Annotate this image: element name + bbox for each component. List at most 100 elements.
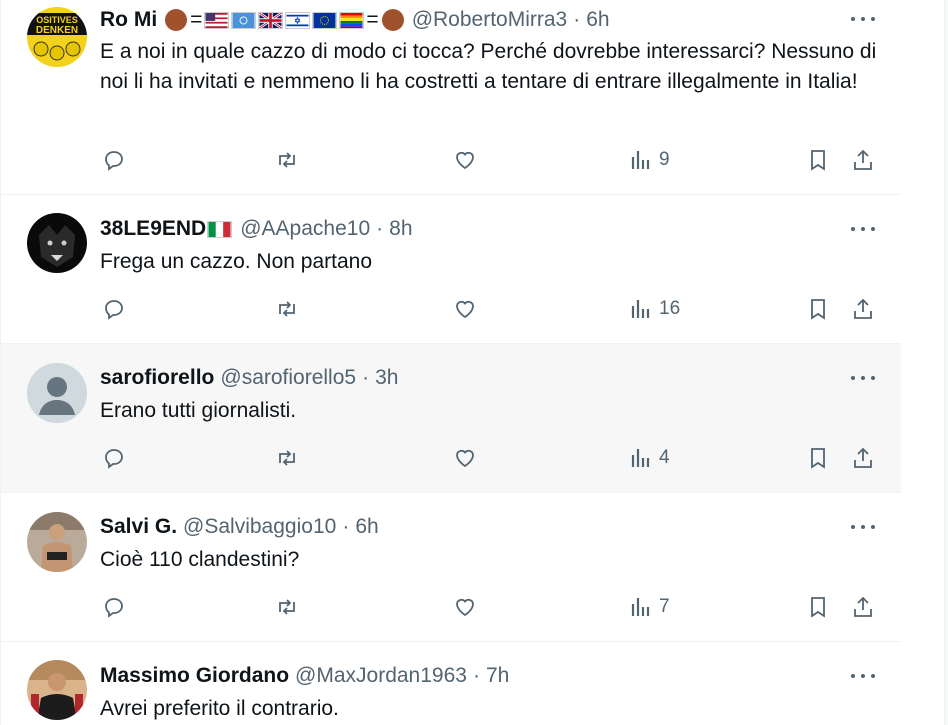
more-icon[interactable] [851,371,875,385]
handle[interactable]: @sarofiorello5 [220,366,356,390]
uk-flag-icon [258,11,284,29]
repost-button[interactable] [275,294,299,324]
bookmark-button[interactable] [806,145,830,175]
tweet-header: sarofiorello @sarofiorello5 · 3h [100,364,398,392]
views-icon [631,300,650,318]
repost-icon [279,301,295,317]
svg-text:DENKEN: DENKEN [36,25,78,36]
reply-icon [105,300,123,320]
display-name[interactable]: Ro Mi [100,8,157,32]
share-icon [854,149,872,170]
views-button[interactable]: 9 [629,145,670,175]
share-button[interactable] [851,592,875,622]
handle[interactable]: @AApache10 [240,217,370,241]
bookmark-button[interactable] [806,294,830,324]
more-icon[interactable] [851,12,875,26]
share-button[interactable] [851,145,875,175]
name-separator: = [366,8,379,31]
display-name[interactable]: sarofiorello [100,366,214,390]
views-count: 4 [659,447,670,468]
tweet-text: E a noi in quale cazzo di modo ci tocca?… [100,40,877,93]
repost-button[interactable] [275,592,299,622]
separator-dot: · [376,217,384,240]
like-icon [456,598,474,617]
timestamp[interactable]: 7h [486,664,509,688]
action-bar: 4 [100,443,880,473]
action-bar: 9 [100,145,880,175]
like-button[interactable] [453,145,477,175]
name-separator: = [190,8,203,31]
tweet[interactable]: Salvi G. @Salvibaggio10 · 6h Cioè 110 cl… [1,493,901,642]
avatar[interactable]: OSITIVES DENKEN [27,7,87,67]
more-icon[interactable] [851,520,875,534]
reply-button[interactable] [102,145,126,175]
tweet-header: 38LE9END @AApache10 · 8h [100,215,413,243]
reply-button[interactable] [102,443,126,473]
us-flag-icon [204,11,230,29]
handle[interactable]: @Salvibaggio10 [183,515,336,539]
tweet-text: Frega un cazzo. Non partano [100,250,372,273]
reply-button[interactable] [102,294,126,324]
handle[interactable]: @RobertoMirra3 [412,8,568,32]
share-icon [854,447,872,468]
share-button[interactable] [851,443,875,473]
display-name[interactable]: Salvi G. [100,515,177,539]
avatar[interactable] [27,660,87,720]
timestamp[interactable]: 3h [375,366,398,390]
avatar[interactable] [27,512,87,572]
tweet[interactable]: OSITIVES DENKEN Ro Mi = = @RobertoMirra3… [1,0,901,195]
timestamp[interactable]: 6h [355,515,378,539]
eu-flag-icon [312,11,338,29]
more-icon[interactable] [851,669,875,683]
italy-flag-icon [207,220,233,238]
repost-button[interactable] [275,443,299,473]
tweet[interactable]: 38LE9END @AApache10 · 8h Frega un cazzo.… [1,195,901,344]
more-icon[interactable] [851,222,875,236]
scrollbar[interactable] [944,0,948,725]
tweet-header: Salvi G. @Salvibaggio10 · 6h [100,513,379,541]
like-button[interactable] [453,443,477,473]
avatar[interactable] [27,213,87,273]
tweet-header: Massimo Giordano @MaxJordan1963 · 7h [100,662,509,690]
display-name[interactable]: Massimo Giordano [100,664,289,688]
timeline: OSITIVES DENKEN Ro Mi = = @RobertoMirra3… [0,0,901,725]
separator-dot: · [362,366,370,389]
action-bar: 16 [100,294,880,324]
timestamp[interactable]: 6h [586,8,609,32]
views-count: 16 [659,298,681,319]
display-name[interactable]: 38LE9END [100,217,206,241]
views-icon [631,151,650,169]
reply-button[interactable] [102,592,126,622]
reply-icon [105,598,123,618]
like-button[interactable] [453,294,477,324]
views-count: 9 [659,149,670,170]
bookmark-icon [811,299,825,320]
views-button[interactable]: 16 [629,294,680,324]
bookmark-button[interactable] [806,443,830,473]
bookmark-button[interactable] [806,592,830,622]
share-button[interactable] [851,294,875,324]
repost-icon [279,152,295,168]
action-bar: 7 [100,592,880,622]
handle[interactable]: @MaxJordan1963 [295,664,467,688]
un-flag-icon [231,11,257,29]
views-button[interactable]: 7 [629,592,670,622]
reply-icon [105,449,123,469]
repost-button[interactable] [275,145,299,175]
like-icon [456,151,474,170]
like-icon [456,300,474,319]
tweet[interactable]: Massimo Giordano @MaxJordan1963 · 7h Avr… [1,642,901,725]
like-button[interactable] [453,592,477,622]
reply-icon [105,151,123,171]
bookmark-icon [811,150,825,171]
avatar[interactable] [27,363,87,423]
tweet[interactable]: sarofiorello @sarofiorello5 · 3h Erano t… [1,344,901,493]
tweet-text: Cioè 110 clandestini? [100,548,300,571]
separator-dot: · [342,515,350,538]
views-button[interactable]: 4 [629,443,670,473]
timestamp[interactable]: 8h [389,217,412,241]
views-count: 7 [659,596,670,617]
views-icon [631,449,650,467]
views-icon [631,598,650,616]
tweet-text: Erano tutti giornalisti. [100,399,297,422]
